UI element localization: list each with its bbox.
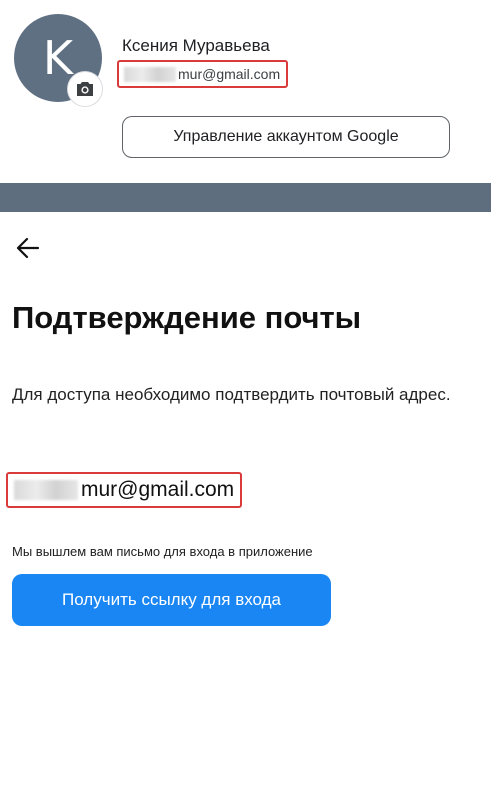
email-verification-screen: Подтверждение почты Для доступа необходи… (0, 212, 491, 800)
get-login-link-label: Получить ссылку для входа (62, 590, 281, 609)
account-name: Ксения Муравьева (122, 36, 270, 55)
account-email: mur@gmail.com (178, 66, 281, 82)
redacted-blur (14, 480, 78, 500)
avatar-letter: K (42, 31, 74, 85)
account-email-highlight: mur@gmail.com (117, 60, 289, 88)
manage-google-account-label: Управление аккаунтом Google (173, 128, 399, 145)
google-account-card: K Ксения Муравьева mur@gmail.com Управле… (0, 0, 491, 183)
manage-google-account-button[interactable]: Управление аккаунтом Google (122, 116, 450, 158)
camera-icon[interactable] (68, 72, 102, 106)
redacted-blur (124, 66, 176, 82)
get-login-link-button[interactable]: Получить ссылку для входа (12, 574, 331, 626)
description-text: Для доступа необходимо подтвердить почто… (12, 385, 451, 404)
email-highlight: mur@gmail.com (6, 472, 243, 508)
hint-text: Мы вышлем вам письмо для входа в приложе… (12, 544, 313, 559)
page-title: Подтверждение почты (12, 300, 362, 335)
email-address: mur@gmail.com (81, 478, 235, 501)
divider-band (0, 183, 491, 212)
arrow-left-icon[interactable] (14, 236, 42, 260)
